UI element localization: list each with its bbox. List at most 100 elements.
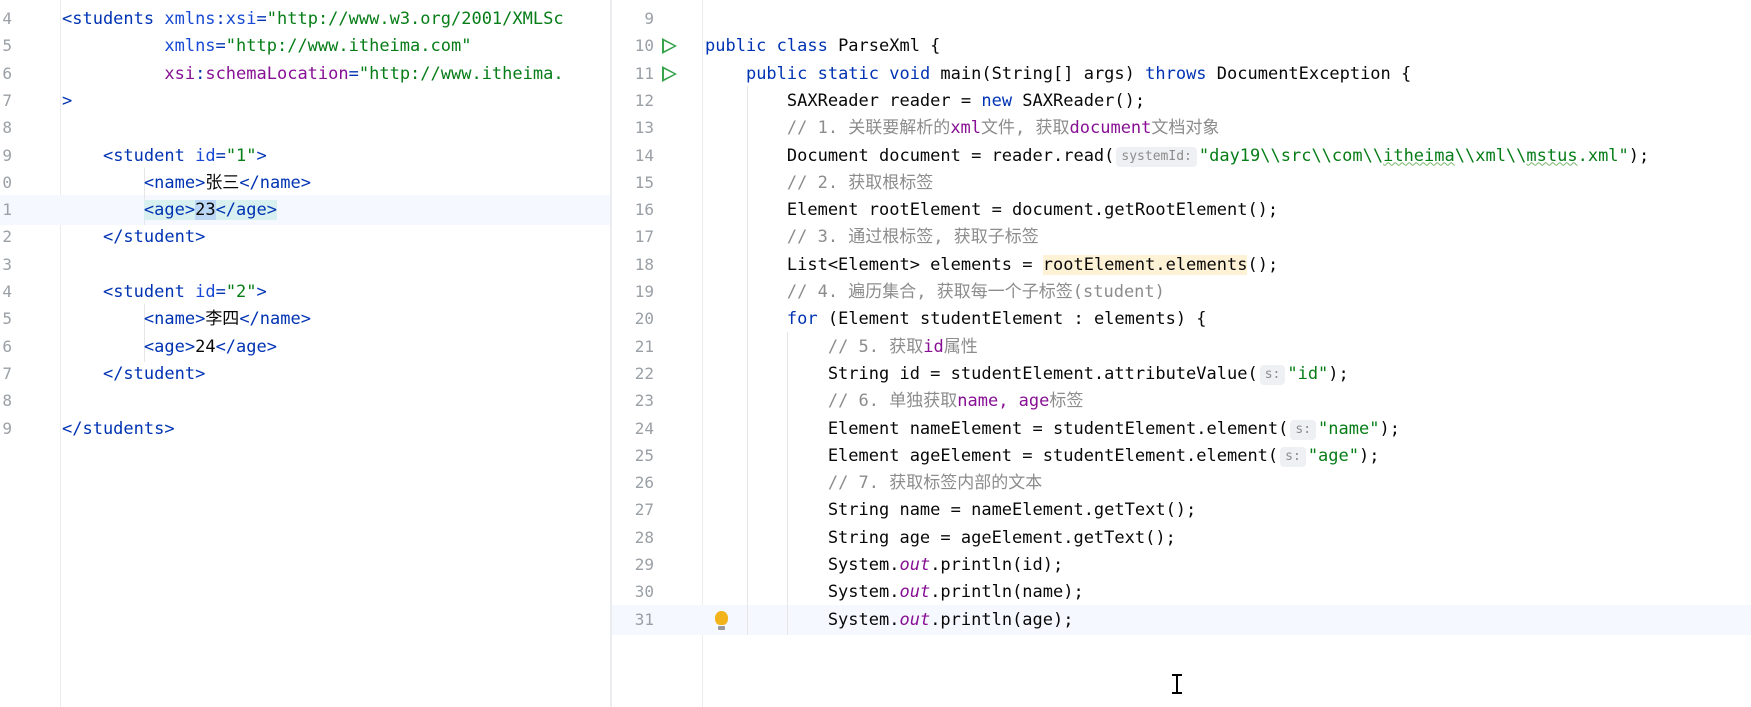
line-number[interactable]: 12 (612, 86, 654, 116)
code-line[interactable]: 19 // 4. 遍历集合, 获取每一个子标签(student) (612, 277, 1751, 307)
code-line[interactable]: 11 public static void main(String[] args… (612, 59, 1751, 89)
code-text[interactable]: System.out.println(name); (705, 577, 1084, 607)
line-number[interactable]: 30 (612, 577, 654, 607)
line-number[interactable]: 7 (0, 86, 12, 116)
line-number[interactable]: 7 (0, 359, 12, 389)
code-line[interactable]: 23 // 6. 单独获取name, age标签 (612, 386, 1751, 417)
code-line[interactable]: 30 System.out.println(name); (612, 577, 1751, 608)
code-line[interactable]: 26 // 7. 获取标签内部的文本 (612, 468, 1751, 499)
code-line[interactable]: 27 String name = nameElement.getText(); (612, 495, 1751, 526)
line-number[interactable]: 10 (612, 31, 654, 61)
code-text[interactable]: <students xmlns:xsi="http://www.w3.org/2… (62, 4, 564, 34)
code-text[interactable]: for (Element studentElement : elements) … (705, 304, 1207, 334)
code-text[interactable]: </student> (62, 222, 205, 252)
code-text[interactable]: <name>李四</name> (62, 304, 311, 334)
line-number[interactable]: 8 (0, 386, 12, 416)
line-number[interactable]: 2 (0, 222, 12, 252)
code-line[interactable]: 7 </student> (0, 359, 610, 389)
line-number[interactable]: 25 (612, 441, 654, 471)
code-text[interactable]: // 6. 单独获取name, age标签 (705, 386, 1084, 416)
line-number[interactable]: 31 (612, 605, 654, 635)
line-number[interactable]: 27 (612, 495, 654, 525)
code-text[interactable]: String id = studentElement.attributeValu… (705, 359, 1349, 389)
code-text[interactable]: <student id="1"> (62, 141, 267, 171)
run-gutter-icon[interactable] (662, 65, 677, 82)
line-number[interactable]: 24 (612, 414, 654, 444)
code-line[interactable]: 10 public class ParseXml { (612, 31, 1751, 61)
code-text[interactable]: <age>24</age> (62, 332, 277, 362)
code-text[interactable]: </student> (62, 359, 205, 389)
code-line[interactable]: 16 Element rootElement = document.getRoo… (612, 195, 1751, 226)
code-line[interactable]: 24 Element nameElement = studentElement.… (612, 413, 1751, 444)
code-line[interactable]: 22 String id = studentElement.attributeV… (612, 358, 1751, 389)
code-line[interactable]: 3 (0, 250, 610, 280)
line-number[interactable]: 22 (612, 359, 654, 389)
xml-editor-pane[interactable]: 4 <students xmlns:xsi="http://www.w3.org/… (0, 0, 610, 707)
code-line[interactable]: 5 <name>李四</name> (0, 304, 610, 335)
code-line[interactable]: 15 // 2. 获取根标签 (612, 167, 1751, 198)
run-gutter-icon[interactable] (662, 38, 677, 55)
line-number[interactable]: 1 (0, 195, 12, 225)
line-number[interactable]: 26 (612, 468, 654, 498)
line-number[interactable]: 14 (612, 141, 654, 171)
code-text[interactable]: System.out.println(age); (705, 605, 1074, 635)
code-text[interactable]: String age = ageElement.getText(); (705, 523, 1176, 553)
code-text[interactable]: System.out.println(id); (705, 550, 1063, 580)
line-number[interactable]: 3 (0, 250, 12, 280)
code-line[interactable]: 8 (0, 386, 610, 416)
code-text[interactable]: // 3. 通过根标签, 获取子标签 (705, 222, 1039, 252)
code-line[interactable]: 9 (612, 4, 1751, 34)
code-line[interactable]: 6 xsi:schemaLocation="http://www.itheima… (0, 59, 610, 89)
code-text[interactable]: <age>23</age> (62, 195, 277, 225)
code-text[interactable]: List<Element> elements = rootElement.ele… (705, 250, 1278, 280)
code-line[interactable]: 31 System.out.println(age); (612, 604, 1751, 635)
line-number[interactable]: 18 (612, 250, 654, 280)
line-number[interactable]: 17 (612, 222, 654, 252)
code-text[interactable]: // 1. 关联要解析的xml文件, 获取document文档对象 (705, 113, 1220, 143)
code-line[interactable]: 8 (0, 113, 610, 143)
code-line[interactable]: 13 // 1. 关联要解析的xml文件, 获取document文档对象 (612, 113, 1751, 144)
line-number[interactable]: 9 (0, 414, 12, 444)
code-text[interactable]: public class ParseXml { (705, 31, 940, 61)
code-text[interactable]: public static void main(String[] args) t… (705, 59, 1411, 89)
line-number[interactable]: 6 (0, 332, 12, 362)
code-line[interactable]: 28 String age = ageElement.getText(); (612, 522, 1751, 553)
code-text[interactable]: xsi:schemaLocation="http://www.itheima. (62, 59, 563, 89)
java-editor-pane[interactable]: 9 10 public class ParseXml {11 public stat… (612, 0, 1751, 707)
code-text[interactable]: <name>张三</name> (62, 168, 311, 198)
code-line[interactable]: 7 > (0, 86, 610, 116)
line-number[interactable]: 0 (0, 168, 12, 198)
code-line[interactable]: 0 <name>张三</name> (0, 167, 610, 198)
line-number[interactable]: 28 (612, 523, 654, 553)
code-text[interactable]: // 5. 获取id属性 (705, 332, 978, 362)
line-number[interactable]: 20 (612, 304, 654, 334)
code-line[interactable]: 17 // 3. 通过根标签, 获取子标签 (612, 222, 1751, 253)
code-line[interactable]: 4 <students xmlns:xsi="http://www.w3.org/… (0, 4, 610, 34)
code-line[interactable]: 18 List<Element> elements = rootElement.… (612, 249, 1751, 280)
line-number[interactable]: 15 (612, 168, 654, 198)
code-line[interactable]: 9 </students> (0, 414, 610, 444)
code-text[interactable]: String name = nameElement.getText(); (705, 495, 1196, 525)
code-line[interactable]: 21 // 5. 获取id属性 (612, 331, 1751, 362)
line-number[interactable]: 6 (0, 59, 12, 89)
code-line[interactable]: 14 Document document = reader.read(syste… (612, 140, 1751, 171)
code-text[interactable]: // 2. 获取根标签 (705, 168, 933, 198)
code-line[interactable]: 25 Element ageElement = studentElement.e… (612, 440, 1751, 471)
code-line[interactable]: 12 SAXReader reader = new SAXReader(); (612, 85, 1751, 116)
code-text[interactable]: // 7. 获取标签内部的文本 (705, 468, 1042, 498)
code-line[interactable]: 20 for (Element studentElement : element… (612, 304, 1751, 335)
line-number[interactable]: 23 (612, 386, 654, 416)
code-text[interactable]: <student id="2"> (62, 277, 267, 307)
line-number[interactable]: 11 (612, 59, 654, 89)
line-number[interactable]: 5 (0, 31, 12, 61)
code-text[interactable]: Element nameElement = studentElement.ele… (705, 414, 1400, 444)
code-text[interactable]: </students> (62, 414, 175, 444)
line-number[interactable]: 9 (612, 4, 654, 34)
code-line[interactable]: 9 <student id="1"> (0, 141, 610, 171)
code-line[interactable]: 6 <age>24</age> (0, 331, 610, 362)
line-number[interactable]: 4 (0, 4, 12, 34)
code-text[interactable]: xmlns="http://www.itheima.com" (62, 31, 471, 61)
code-line[interactable]: 29 System.out.println(id); (612, 550, 1751, 580)
code-line[interactable]: 4 <student id="2"> (0, 277, 610, 307)
line-number[interactable]: 13 (612, 113, 654, 143)
